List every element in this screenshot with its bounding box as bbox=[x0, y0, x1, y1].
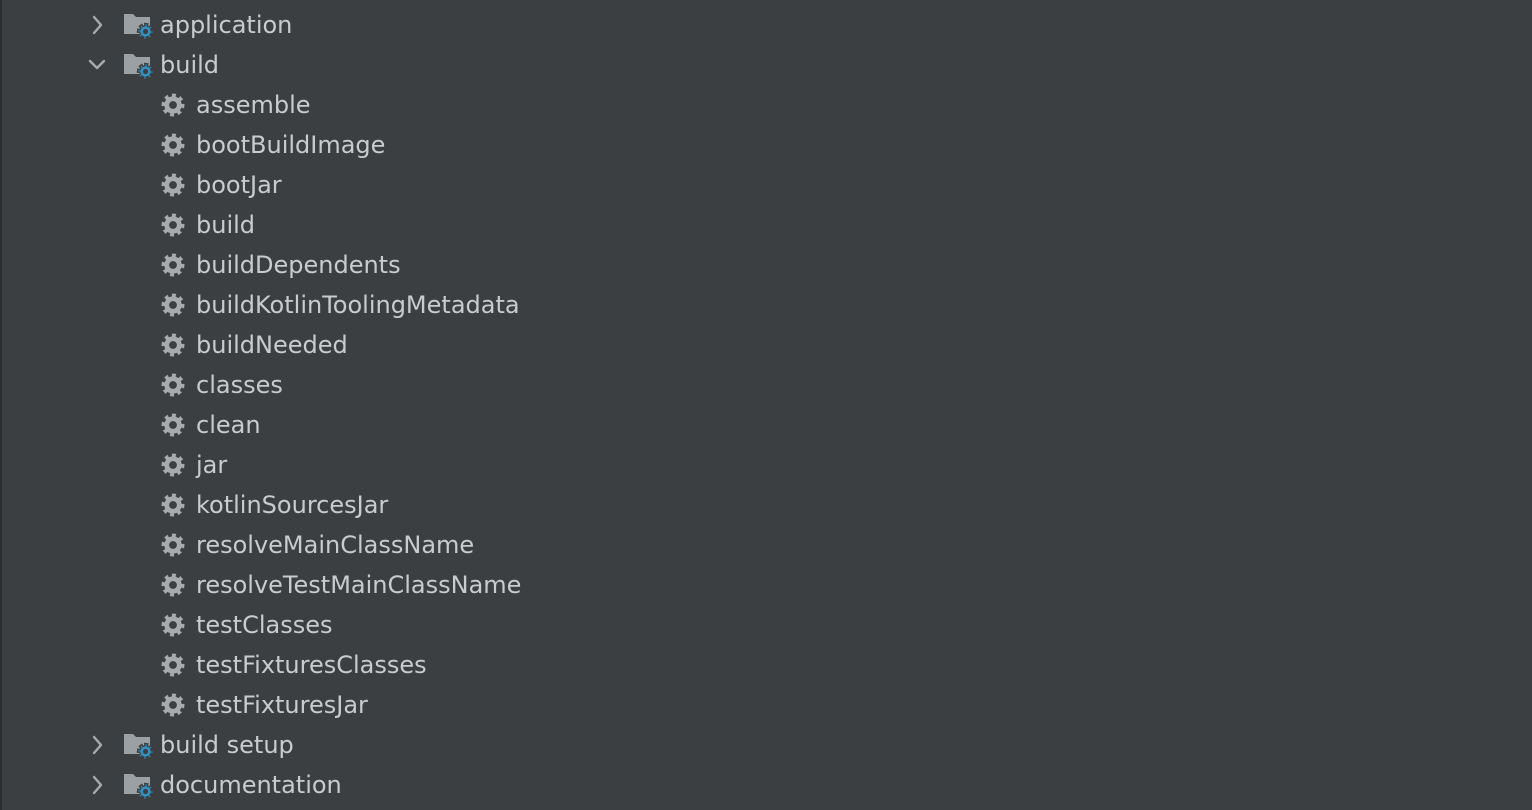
task-label: build bbox=[196, 211, 256, 239]
task-group-row[interactable]: application bbox=[0, 5, 1532, 45]
gear-icon bbox=[160, 612, 188, 640]
task-row[interactable]: classes bbox=[0, 365, 1532, 405]
chevron-right-icon[interactable] bbox=[85, 773, 109, 797]
task-group-folder-icon bbox=[122, 770, 156, 801]
gear-icon bbox=[160, 652, 188, 680]
task-row[interactable]: buildDependents bbox=[0, 245, 1532, 285]
chevron-down-icon[interactable] bbox=[85, 53, 109, 77]
task-label: jar bbox=[196, 451, 228, 479]
gear-icon bbox=[160, 92, 188, 120]
task-label: testClasses bbox=[196, 611, 333, 639]
gear-icon bbox=[160, 332, 188, 360]
task-row[interactable]: buildNeeded bbox=[0, 325, 1532, 365]
task-group-row[interactable]: documentation bbox=[0, 765, 1532, 805]
task-label: bootJar bbox=[196, 171, 282, 199]
task-label: clean bbox=[196, 411, 261, 439]
task-tree: application build assemble bootBuildImage bo… bbox=[0, 5, 1532, 805]
task-row[interactable]: resolveMainClassName bbox=[0, 525, 1532, 565]
task-label: kotlinSourcesJar bbox=[196, 491, 389, 519]
task-group-row[interactable]: build bbox=[0, 45, 1532, 85]
gear-icon bbox=[160, 292, 188, 320]
task-row[interactable]: jar bbox=[0, 445, 1532, 485]
task-row[interactable]: clean bbox=[0, 405, 1532, 445]
gear-icon bbox=[160, 532, 188, 560]
task-label: buildDependents bbox=[196, 251, 401, 279]
task-row[interactable]: build bbox=[0, 205, 1532, 245]
task-row[interactable]: resolveTestMainClassName bbox=[0, 565, 1532, 605]
gear-icon bbox=[160, 412, 188, 440]
gear-icon bbox=[160, 372, 188, 400]
task-group-label: application bbox=[160, 11, 293, 39]
task-label: bootBuildImage bbox=[196, 131, 386, 159]
gear-icon bbox=[160, 572, 188, 600]
task-row[interactable]: kotlinSourcesJar bbox=[0, 485, 1532, 525]
task-label: buildKotlinToolingMetadata bbox=[196, 291, 520, 319]
task-group-label: build bbox=[160, 51, 220, 79]
gear-icon bbox=[160, 132, 188, 160]
task-row[interactable]: bootJar bbox=[0, 165, 1532, 205]
task-row[interactable]: buildKotlinToolingMetadata bbox=[0, 285, 1532, 325]
task-row[interactable]: testFixturesClasses bbox=[0, 645, 1532, 685]
task-group-folder-icon bbox=[122, 50, 156, 81]
gear-icon bbox=[160, 172, 188, 200]
task-label: resolveTestMainClassName bbox=[196, 571, 522, 599]
task-group-label: build setup bbox=[160, 731, 294, 759]
task-row[interactable]: assemble bbox=[0, 85, 1532, 125]
task-group-label: documentation bbox=[160, 771, 342, 799]
gradle-tasks-panel: application build assemble bootBuildImage bo… bbox=[0, 0, 1532, 810]
chevron-right-icon[interactable] bbox=[85, 13, 109, 37]
task-row[interactable]: testFixturesJar bbox=[0, 685, 1532, 725]
task-label: classes bbox=[196, 371, 283, 399]
task-row[interactable]: bootBuildImage bbox=[0, 125, 1532, 165]
task-label: testFixturesJar bbox=[196, 691, 368, 719]
task-group-folder-icon bbox=[122, 10, 156, 41]
task-label: assemble bbox=[196, 91, 311, 119]
gear-icon bbox=[160, 692, 188, 720]
chevron-right-icon[interactable] bbox=[85, 733, 109, 757]
gear-icon bbox=[160, 452, 188, 480]
gear-icon bbox=[160, 252, 188, 280]
task-label: buildNeeded bbox=[196, 331, 348, 359]
task-group-row[interactable]: build setup bbox=[0, 725, 1532, 765]
task-label: resolveMainClassName bbox=[196, 531, 475, 559]
task-group-folder-icon bbox=[122, 730, 156, 761]
gear-icon bbox=[160, 212, 188, 240]
gear-icon bbox=[160, 492, 188, 520]
task-row[interactable]: testClasses bbox=[0, 605, 1532, 645]
task-label: testFixturesClasses bbox=[196, 651, 427, 679]
